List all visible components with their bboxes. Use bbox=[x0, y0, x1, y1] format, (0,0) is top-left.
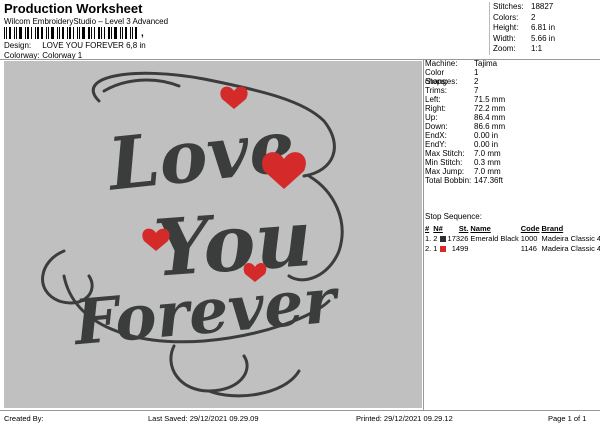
flourish-swirl bbox=[102, 78, 181, 93]
property-row: Total Bobbin: 147.36ft bbox=[425, 176, 503, 185]
property-row: Up: 86.4 mm bbox=[425, 113, 506, 122]
column-header: Code bbox=[520, 224, 540, 233]
divider bbox=[0, 410, 600, 411]
property-row: Max Stitch: 7.0 mm bbox=[425, 149, 501, 158]
footer-page-number: Page 1 of 1 bbox=[548, 414, 587, 423]
worksheet-title: Production Worksheet bbox=[4, 1, 143, 16]
property-row: Left: 71.5 mm bbox=[425, 95, 506, 104]
barcode-mark: , bbox=[141, 28, 144, 39]
flourish-swirl bbox=[207, 369, 301, 398]
design-text-forever: Forever bbox=[69, 263, 343, 359]
flourish-swirl bbox=[169, 344, 249, 393]
column-header: Name bbox=[470, 224, 491, 233]
color-swatch bbox=[439, 236, 446, 243]
barcode bbox=[4, 27, 142, 39]
stat-row: Stitches: 18827 bbox=[493, 2, 554, 11]
table-header-row: # N# St. Name Code Brand bbox=[425, 224, 600, 234]
stats-panel: Stitches: 18827 Colors: 2 Height: 6.81 in W… bbox=[489, 2, 555, 55]
machine-properties: Machine: Tajima Color changes: 1 Stops: 2 T… bbox=[425, 59, 505, 185]
table-row: 2. 1 1499 1146 Madeira Classic 40 bbox=[425, 244, 600, 253]
column-header: St. bbox=[458, 224, 469, 233]
stat-row: Zoom: 1:1 bbox=[493, 44, 543, 53]
stop-sequence-table: # N# St. Name Code Brand 1. 2 17326 Emer… bbox=[425, 224, 600, 254]
design-value: LOVE YOU FOREVER 6,8 in bbox=[42, 41, 146, 50]
property-row: Stops: 2 bbox=[425, 77, 479, 86]
software-subtitle: Wilcom EmbroideryStudio – Level 3 Advanc… bbox=[4, 17, 169, 26]
column-header: Brand bbox=[541, 224, 564, 233]
property-row: EndY: 0.00 in bbox=[425, 140, 499, 149]
design-row: Design: LOVE YOU FOREVER 6,8 in bbox=[4, 41, 146, 50]
design-preview: Love You Forever bbox=[4, 61, 422, 408]
stat-row: Height: 6.81 in bbox=[493, 23, 556, 32]
column-header: # bbox=[425, 224, 430, 233]
stop-sequence-title: Stop Sequence: bbox=[425, 212, 482, 221]
property-row: EndX: 0.00 in bbox=[425, 131, 499, 140]
color-swatch bbox=[439, 246, 446, 253]
design-label: Design: bbox=[4, 41, 32, 50]
divider bbox=[423, 59, 424, 410]
footer-printed: Printed: 29/12/2021 09.29.12 bbox=[356, 414, 453, 423]
property-row: Down: 86.6 mm bbox=[425, 122, 506, 131]
property-row: Max Jump: 7.0 mm bbox=[425, 167, 501, 176]
footer-last-saved: Last Saved: 29/12/2021 09.29.09 bbox=[148, 414, 259, 423]
heart-icon bbox=[220, 86, 248, 109]
stat-row: Colors: 2 bbox=[493, 12, 536, 22]
divider bbox=[0, 59, 600, 60]
property-row: Right: 72.2 mm bbox=[425, 104, 506, 113]
property-row: Machine: Tajima bbox=[425, 59, 498, 68]
property-row: Min Stitch: 0.3 mm bbox=[425, 158, 501, 167]
property-row: Trims: 7 bbox=[425, 86, 479, 95]
embroidery-design: Love You Forever bbox=[41, 71, 344, 398]
column-header: N# bbox=[433, 224, 443, 233]
property-row: Color changes: 1 bbox=[425, 68, 479, 86]
stat-row: Width: 5.66 in bbox=[493, 33, 556, 43]
table-row: 1. 2 17326 Emerald Black 1000 Madeira Cl… bbox=[425, 234, 600, 243]
footer-created-by: Created By: bbox=[4, 414, 44, 423]
